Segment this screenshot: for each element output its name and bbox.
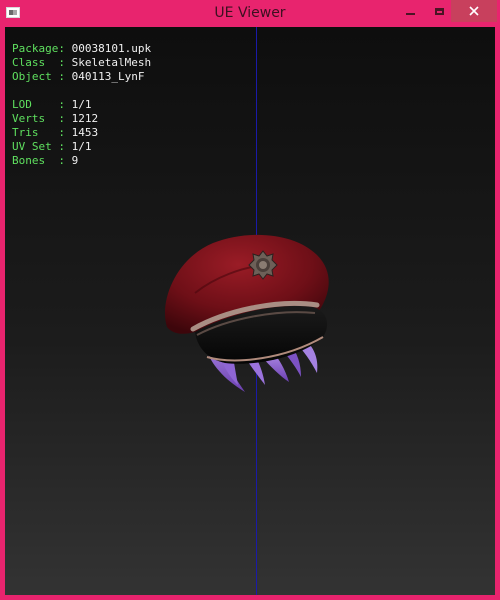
app-window: UE Viewer Package: 00038101.upk Class : … [0,0,500,600]
hat-mesh-model[interactable] [155,207,345,397]
info-row-lod: LOD : 1/1 [12,98,92,111]
minimize-button[interactable] [396,0,424,22]
close-button[interactable] [451,0,497,22]
close-icon [469,6,479,16]
maximize-button[interactable] [425,0,453,22]
info-row-bones: Bones : 9 [12,154,79,167]
minimize-icon [405,13,415,15]
3d-viewport[interactable]: Package: 00038101.upk Class : SkeletalMe… [5,27,495,595]
title-bar[interactable]: UE Viewer [0,0,500,27]
info-row-tris: Tris : 1453 [12,126,99,139]
info-row-package: Package: 00038101.upk [12,42,152,55]
info-row-verts: Verts : 1212 [12,112,99,125]
info-row-object: Object : 040113_LynF [12,70,145,83]
info-row-uvset: UV Set : 1/1 [12,140,92,153]
cap-badge [248,250,278,280]
maximize-icon [434,7,444,15]
info-row-class: Class : SkeletalMesh [12,56,152,69]
mesh-info-panel: Package: 00038101.upk Class : SkeletalMe… [12,42,151,168]
